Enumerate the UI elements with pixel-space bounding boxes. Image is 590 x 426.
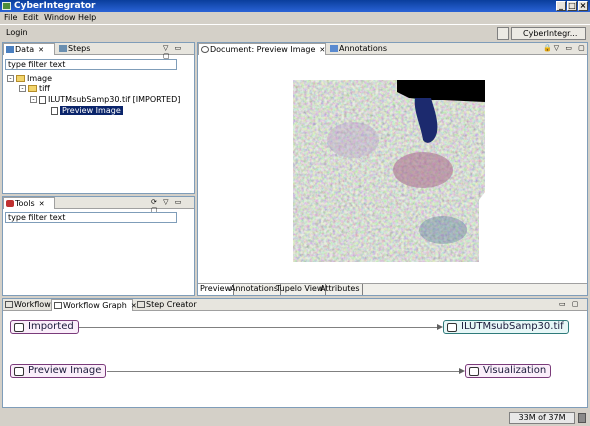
data-view-header: Data ✕ Steps ▽ ▭ ▢ xyxy=(3,43,194,60)
node-label: ILUTMsubSamp30.tif xyxy=(461,321,564,332)
tab-workflow-graph[interactable]: Workflow Graph ✕ xyxy=(51,299,137,311)
view-menu-icon[interactable]: 🔒▽ ▭ ▢ xyxy=(543,44,587,52)
folder-icon xyxy=(16,75,25,82)
tools-filter-placeholder: type filter text xyxy=(8,213,66,222)
tab-attributes[interactable]: Attributes xyxy=(318,284,363,295)
tab-annotations[interactable]: Annotations xyxy=(328,43,387,55)
node-label: Visualization xyxy=(483,365,547,376)
document-icon xyxy=(201,46,209,53)
toolbar: Login CyberIntegr... xyxy=(0,25,590,41)
view-menu-icon[interactable]: ▽ ▭ ▢ xyxy=(163,44,194,60)
perspective-switcher[interactable]: CyberIntegr... xyxy=(511,27,586,40)
node-file[interactable]: ILUTMsubSamp30.tif xyxy=(443,320,569,334)
tools-view: Tools ✕ ⟳ ▽ ▭ ▢ type filter text xyxy=(2,196,195,296)
trash-icon[interactable] xyxy=(578,413,586,423)
tree-item-label: tiff xyxy=(39,84,50,93)
app-icon xyxy=(2,2,11,10)
edge-imported-file xyxy=(75,327,441,328)
tab-workflow-label: Workflow xyxy=(14,300,51,309)
tab-data[interactable]: Data ✕ xyxy=(3,43,55,55)
close-icon[interactable]: ✕ xyxy=(38,46,44,54)
step-creator-icon xyxy=(137,301,145,308)
data-view: Data ✕ Steps ▽ ▭ ▢ type filter text - Imag… xyxy=(2,42,195,194)
node-icon xyxy=(14,323,24,332)
node-icon xyxy=(14,367,24,376)
perspective-label: CyberIntegr... xyxy=(523,29,578,38)
menu-help[interactable]: Help xyxy=(78,12,96,24)
menu-edit[interactable]: Edit xyxy=(23,12,39,24)
annotations-icon xyxy=(330,45,338,52)
node-icon xyxy=(469,367,479,376)
close-button[interactable]: × xyxy=(578,1,588,11)
status-bar: 33M of 37M xyxy=(0,410,590,426)
tab-steps[interactable]: Steps xyxy=(57,43,90,55)
tools-view-header: Tools ✕ ⟳ ▽ ▭ ▢ xyxy=(3,197,194,214)
menu-window[interactable]: Window xyxy=(44,12,76,24)
image-icon xyxy=(51,106,58,115)
tools-filter-input[interactable]: type filter text xyxy=(5,212,177,223)
close-icon[interactable]: ✕ xyxy=(39,200,45,208)
document-bottom-tabs: Preview Annotations Tupelo View Attribut… xyxy=(198,283,587,295)
workflow-view: Workflow Workflow Graph ✕ Step Creator ▭ … xyxy=(2,298,588,408)
tab-step-creator-label: Step Creator xyxy=(146,300,197,309)
close-icon[interactable]: ✕ xyxy=(319,46,325,54)
tree-item-file[interactable]: - ILUTMsubSamp30.tif [IMPORTED] xyxy=(30,95,180,105)
node-label: Imported xyxy=(28,321,74,332)
window-title: CyberIntegrator xyxy=(14,1,96,11)
title-bar: CyberIntegrator _ □ × xyxy=(0,0,590,12)
tab-workflow[interactable]: Workflow xyxy=(3,299,51,311)
tree-item-label: Preview Image xyxy=(60,106,123,115)
memory-label: 33M of 37M xyxy=(518,413,566,422)
collapse-icon[interactable]: - xyxy=(19,85,26,92)
steps-icon xyxy=(59,45,67,52)
maximize-button[interactable]: □ xyxy=(567,1,577,11)
satellite-image xyxy=(293,80,485,262)
document-view: Document: Preview Image ✕ Annotations 🔒▽ … xyxy=(197,42,588,296)
tree-item-label: Image xyxy=(27,74,53,83)
tree-item-label: ILUTMsubSamp30.tif [IMPORTED] xyxy=(48,95,181,104)
node-label: Preview Image xyxy=(28,365,102,376)
data-filter-placeholder: type filter text xyxy=(8,60,66,69)
workflow-view-header: Workflow Workflow Graph ✕ Step Creator ▭ … xyxy=(3,299,587,311)
data-icon xyxy=(6,46,14,53)
folder-icon xyxy=(28,85,37,92)
collapse-icon[interactable]: - xyxy=(7,75,14,82)
data-filter-input[interactable]: type filter text xyxy=(5,59,177,70)
tab-annotations-label: Annotations xyxy=(339,44,388,53)
workflow-icon xyxy=(5,301,13,308)
tab-workflow-graph-label: Workflow Graph xyxy=(63,301,127,310)
open-perspective-icon[interactable] xyxy=(497,27,509,40)
tab-document-label: Document: Preview Image xyxy=(210,45,316,54)
tree-item-image[interactable]: - Image xyxy=(7,74,52,84)
menu-file[interactable]: File xyxy=(4,12,17,24)
collapse-icon[interactable]: - xyxy=(30,96,37,103)
tools-icon xyxy=(6,200,14,207)
tab-tools[interactable]: Tools ✕ xyxy=(3,197,55,209)
edge-preview-visualization xyxy=(107,371,463,372)
graph-icon xyxy=(54,302,62,309)
memory-indicator: 33M of 37M xyxy=(509,412,575,424)
document-view-header: Document: Preview Image ✕ Annotations 🔒▽ … xyxy=(198,43,587,55)
node-preview-image[interactable]: Preview Image xyxy=(10,364,107,378)
minimize-button[interactable]: _ xyxy=(556,1,566,11)
node-visualization[interactable]: Visualization xyxy=(465,364,552,378)
node-imported[interactable]: Imported xyxy=(10,320,79,334)
tab-steps-label: Steps xyxy=(68,44,91,53)
view-menu-icon[interactable]: ▭ ▢ xyxy=(559,300,580,308)
tab-tools-label: Tools xyxy=(15,199,35,208)
tab-document[interactable]: Document: Preview Image ✕ xyxy=(198,43,326,55)
login-button[interactable]: Login xyxy=(6,28,28,37)
tab-step-creator[interactable]: Step Creator xyxy=(135,299,197,311)
node-icon xyxy=(447,323,457,332)
tree-item-tiff[interactable]: - tiff xyxy=(19,84,50,94)
menu-bar: File Edit Window Help xyxy=(0,12,590,24)
tab-data-label: Data xyxy=(15,45,35,54)
file-icon xyxy=(39,95,46,104)
tree-item-preview-image[interactable]: Preview Image xyxy=(51,106,123,116)
